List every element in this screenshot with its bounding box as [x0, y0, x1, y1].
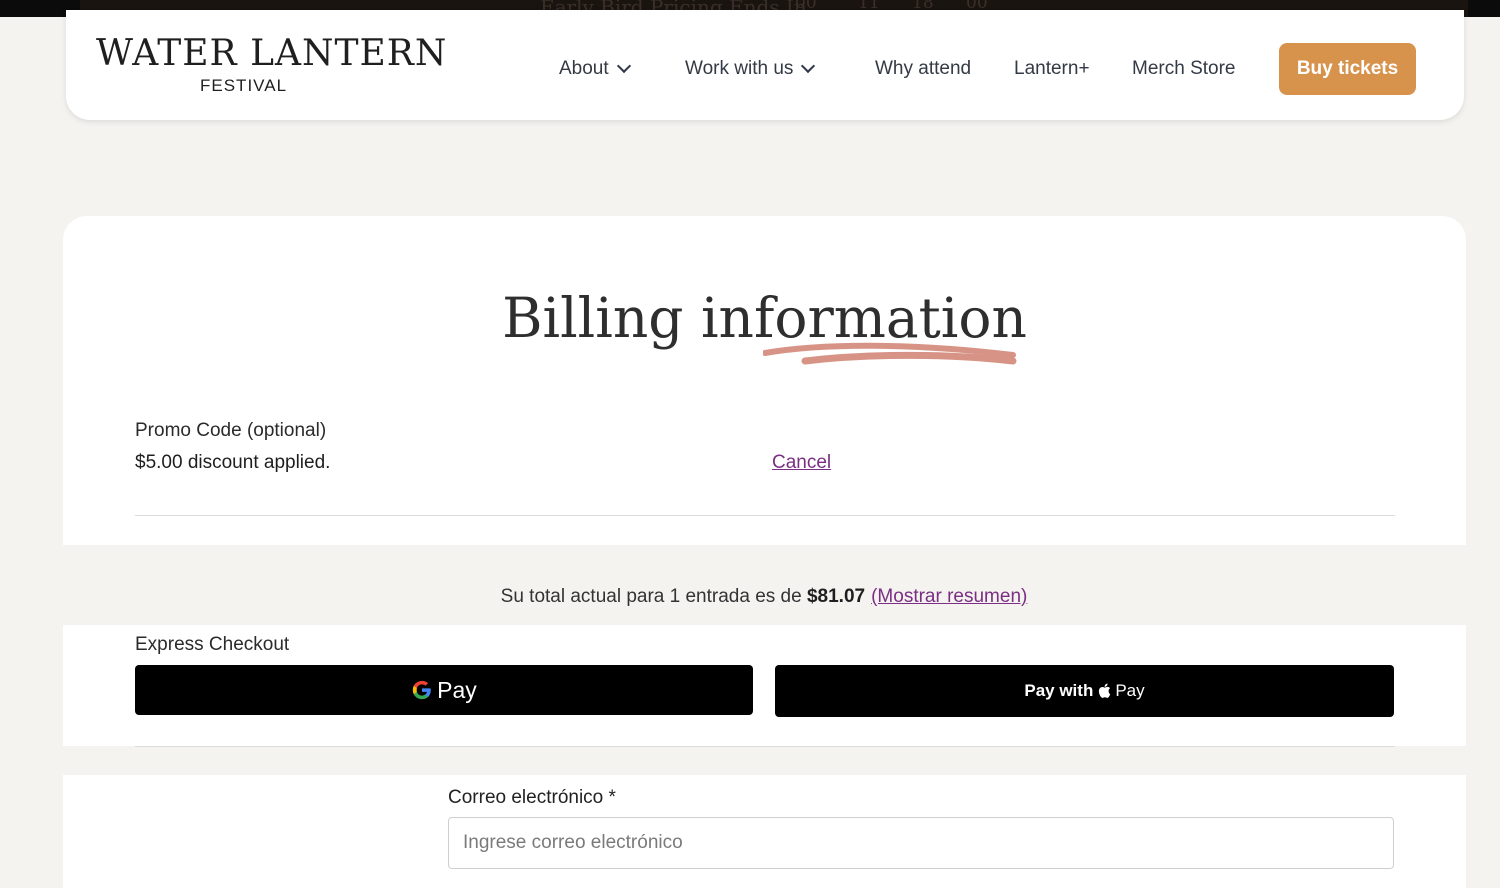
nav-merch-store[interactable]: Merch Store: [1132, 58, 1235, 80]
nav-work-with-us-label: Work with us: [685, 58, 794, 79]
required-marker: *: [608, 787, 616, 808]
buy-tickets-button[interactable]: Buy tickets: [1279, 43, 1416, 95]
email-label-text: Correo electrónico: [448, 787, 604, 808]
email-field-label: Correo electrónico *: [448, 787, 616, 809]
site-logo[interactable]: WATER LANTERN FESTIVAL: [96, 33, 448, 100]
nav-work-with-us[interactable]: Work with us: [685, 58, 816, 80]
apple-pay-label: Pay: [1115, 681, 1145, 700]
nav-about-label: About: [559, 58, 609, 79]
email-input[interactable]: [448, 817, 1394, 869]
banner-edge-right: [1468, 0, 1500, 17]
express-checkout-section: Express Checkout Pay Pay with Pay: [63, 625, 1466, 746]
total-amount: $81.07: [806, 586, 866, 607]
divider: [135, 746, 1395, 747]
billing-card: Billing information Promo Code (optional…: [63, 216, 1466, 545]
nav-lantern-plus-label: Lantern+: [1014, 58, 1090, 79]
express-checkout-label: Express Checkout: [135, 634, 290, 655]
contact-section: Correo electrónico *: [63, 775, 1466, 888]
google-pay-button[interactable]: Pay: [135, 665, 753, 715]
divider: [135, 515, 1395, 516]
google-pay-label: Pay: [437, 676, 477, 703]
nav-why-attend[interactable]: Why attend: [875, 58, 971, 80]
logo-subtitle: FESTIVAL: [200, 76, 288, 95]
chevron-down-icon: [801, 58, 816, 74]
apple-pay-prefix: Pay with: [1024, 681, 1094, 700]
chevron-down-icon: [616, 58, 631, 74]
nav-about[interactable]: About: [559, 58, 631, 80]
title-underline-swoosh: [763, 342, 1017, 365]
nav-lantern-plus[interactable]: Lantern+: [1014, 58, 1090, 80]
order-total-summary: Su total actual para 1 entrada es de $81…: [0, 586, 1500, 608]
total-text: Su total actual para 1 entrada es de: [500, 586, 802, 607]
site-header: WATER LANTERN FESTIVAL About Work with u…: [66, 10, 1464, 120]
nav-merch-store-label: Merch Store: [1132, 58, 1236, 79]
google-g-icon: [413, 680, 431, 700]
apple-logo-icon: [1099, 683, 1111, 698]
nav-why-attend-label: Why attend: [875, 58, 972, 79]
promo-code-label: Promo Code (optional): [135, 420, 327, 441]
cancel-promo-link[interactable]: Cancel: [772, 452, 831, 474]
show-summary-link[interactable]: (Mostrar resumen): [871, 586, 1027, 607]
promo-discount-status: $5.00 discount applied.: [135, 452, 331, 473]
logo-wordmark: WATER LANTERN: [96, 33, 448, 74]
apple-pay-button[interactable]: Pay with Pay: [775, 665, 1394, 717]
